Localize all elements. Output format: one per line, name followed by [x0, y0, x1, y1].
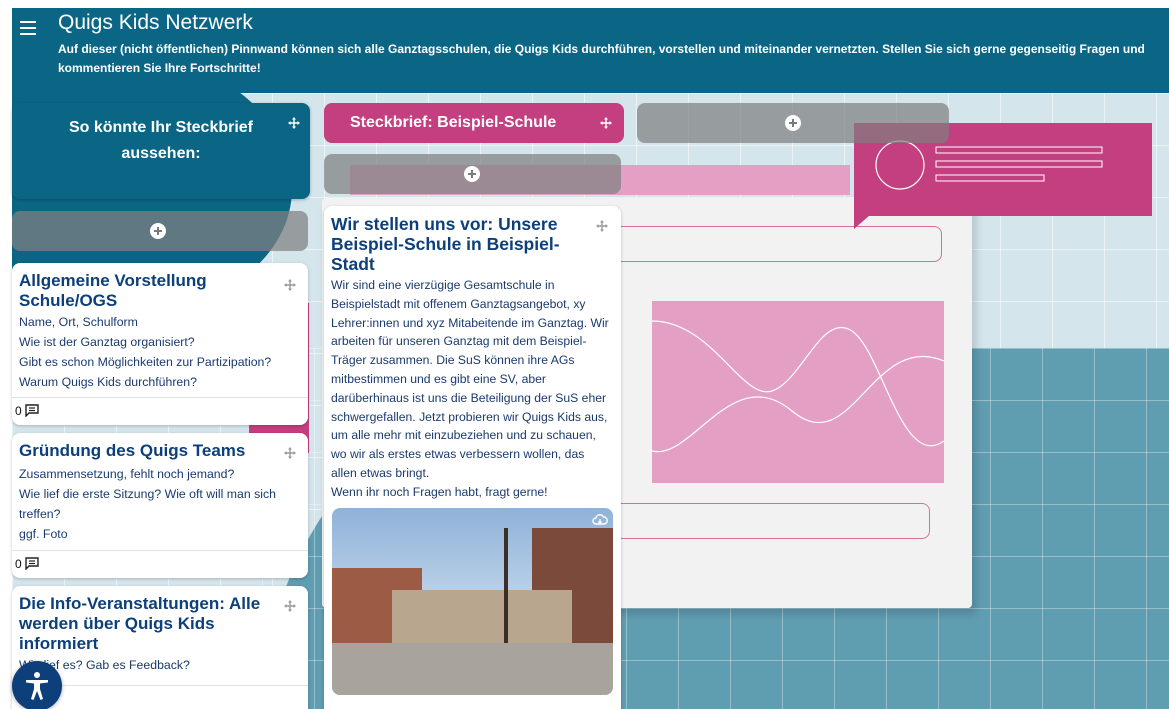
accessibility-button[interactable]	[12, 661, 62, 709]
add-post-button[interactable]	[12, 211, 308, 251]
post-line: Wie lief die erste Sitzung? Wie oft will…	[19, 487, 276, 521]
post-line: Gibt es schon Möglichkeiten zur Partizip…	[19, 355, 272, 369]
post-title: Wir stellen uns vor: Unsere Beispiel-Sch…	[331, 214, 560, 274]
add-post-button[interactable]	[324, 154, 621, 194]
comment-count: 0	[15, 557, 22, 571]
board-description: Auf dieser (nicht öffentlichen) Pinnwand…	[58, 42, 1145, 75]
comment-count: 0	[15, 404, 22, 418]
move-icon[interactable]	[284, 447, 296, 459]
column-header-example[interactable]: Steckbrief: Beispiel-Schule	[324, 103, 624, 143]
background-pink-square	[651, 301, 945, 483]
plus-icon[interactable]	[150, 223, 166, 239]
add-section-button[interactable]	[637, 103, 949, 143]
menu-icon[interactable]	[20, 21, 36, 35]
post-line: Wie lief es? Gab es Feedback?	[19, 658, 190, 672]
column-title: Steckbrief: Beispiel-Schule	[350, 114, 557, 131]
post-line: Warum Quigs Kids durchführen?	[19, 375, 197, 389]
post-body: Name, Ort, Schulform Wie ist der Ganztag…	[19, 312, 304, 392]
post-body: Wie lief es? Gab es Feedback?	[19, 655, 304, 675]
move-icon[interactable]	[600, 117, 612, 129]
move-icon[interactable]	[596, 220, 608, 232]
move-icon[interactable]	[284, 600, 296, 612]
background-speech-tail	[854, 215, 870, 229]
move-icon[interactable]	[288, 117, 300, 129]
comment-icon[interactable]	[25, 404, 39, 417]
background-outline-box	[612, 226, 942, 262]
column-title: So könnte Ihr Steckbrief aussehen:	[68, 119, 254, 162]
post-body: Zusammensetzung, fehlt noch jemand? Wie …	[19, 464, 304, 544]
comment-icon[interactable]	[25, 557, 39, 570]
post-title: Gründung des Quigs Teams	[19, 441, 246, 460]
board-header: Quigs Kids Netzwerk Auf dieser (nicht öf…	[12, 8, 1169, 93]
post-line: ggf. Foto	[19, 527, 68, 541]
post-card[interactable]: Allgemeine Vorstellung Schule/OGS Name, …	[12, 263, 308, 425]
post-closing: Wenn ihr noch Fragen habt, fragt gerne!	[331, 484, 548, 499]
cloud-download-icon[interactable]	[592, 512, 608, 528]
post-card-example[interactable]: Wir stellen uns vor: Unsere Beispiel-Sch…	[324, 206, 621, 709]
post-title: Allgemeine Vorstellung Schule/OGS	[19, 271, 207, 310]
post-title: Die Info-Veranstaltungen: Alle werden üb…	[19, 594, 261, 653]
post-line: Zusammensetzung, fehlt noch jemand?	[19, 467, 235, 481]
plus-icon[interactable]	[785, 115, 801, 131]
post-line: Wie ist der Ganztag organisiert?	[19, 335, 195, 349]
background-outline-bottom	[612, 503, 930, 539]
post-card[interactable]: Gründung des Quigs Teams Zusammensetzung…	[12, 433, 308, 578]
post-text: Wir sind eine vierzügige Gesamtschule in…	[331, 278, 609, 480]
post-footer: 0	[12, 397, 308, 425]
post-footer: 0	[12, 550, 308, 578]
plus-icon[interactable]	[464, 166, 480, 182]
post-body: Wir sind eine vierzügige Gesamtschule in…	[331, 276, 613, 502]
move-icon[interactable]	[284, 279, 296, 291]
board-title: Quigs Kids Netzwerk	[58, 11, 253, 34]
column-header-template[interactable]: So könnte Ihr Steckbrief aussehen:	[12, 103, 310, 199]
school-building-photo[interactable]	[332, 508, 613, 695]
post-line: Name, Ort, Schulform	[19, 315, 138, 329]
